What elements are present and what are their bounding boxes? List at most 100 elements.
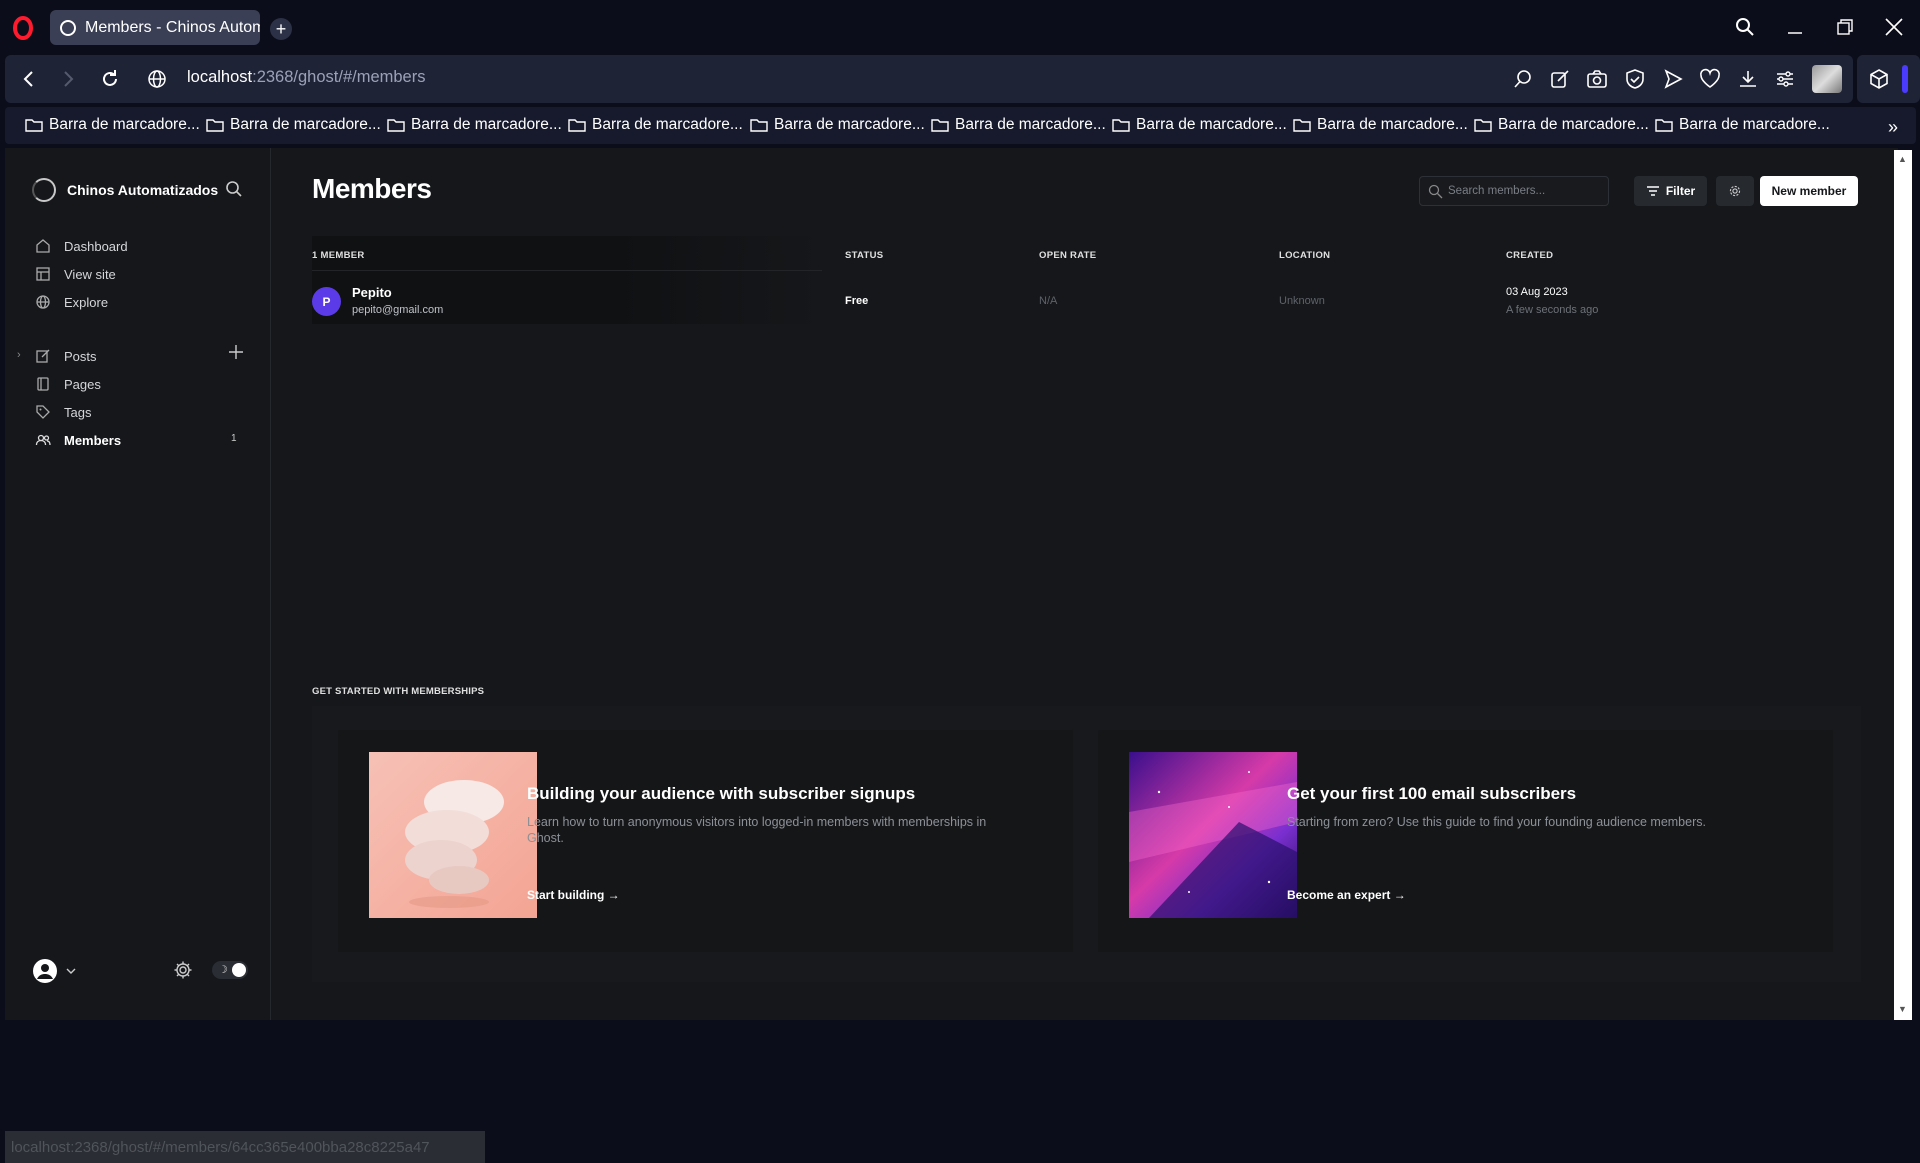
sidebar-item-dashboard[interactable]: Dashboard	[35, 236, 128, 256]
search-page-icon[interactable]	[1512, 68, 1534, 90]
profile-avatar[interactable]	[1812, 65, 1842, 93]
bookmark-folder[interactable]: Barra de marcadore...	[1655, 116, 1830, 134]
guide-card-subscribers[interactable]: Get your first 100 email subscribers Sta…	[1098, 730, 1833, 952]
folder-icon	[1474, 119, 1492, 132]
reload-icon[interactable]	[98, 67, 122, 91]
bookmark-folder[interactable]: Barra de marcadore...	[750, 116, 925, 134]
bookmark-folder[interactable]: Barra de marcadore...	[568, 116, 743, 134]
sidebar-item-tags[interactable]: Tags	[35, 402, 91, 422]
bookmark-label: Barra de marcadore...	[1679, 116, 1830, 133]
sidebar-item-label: Posts	[64, 348, 97, 364]
guide-card-title: Get your first 100 email subscribers	[1287, 784, 1577, 803]
bookmark-folder[interactable]: Barra de marcadore...	[387, 116, 562, 134]
member-created-ago: A few seconds ago	[1506, 304, 1599, 316]
become-expert-link[interactable]: Become an expert →	[1287, 888, 1406, 902]
home-icon	[36, 239, 50, 253]
minimize-icon[interactable]	[1781, 13, 1809, 41]
search-icon[interactable]	[225, 180, 243, 198]
shield-icon[interactable]	[1624, 68, 1646, 90]
bookmarks-more-icon[interactable]: »	[1888, 117, 1898, 138]
new-member-button[interactable]: New member	[1760, 176, 1858, 206]
member-email: pepito@gmail.com	[352, 304, 444, 316]
bookmark-folder[interactable]: Barra de marcadore...	[1112, 116, 1287, 134]
column-header-status[interactable]: STATUS	[845, 250, 883, 261]
globe-icon	[36, 295, 50, 309]
bookmark-folder[interactable]: Barra de marcadore...	[1474, 116, 1649, 134]
bookmark-folder[interactable]: Barra de marcadore...	[931, 116, 1106, 134]
tag-icon	[36, 405, 50, 419]
column-header-member[interactable]: 1 MEMBER	[312, 250, 365, 261]
sidebar-item-label: View site	[64, 266, 116, 282]
edit-icon	[36, 349, 50, 363]
url-path: :2368/ghost/#/members	[252, 68, 426, 86]
sidebar-item-pages[interactable]: Pages	[35, 374, 101, 394]
search-tabs-icon[interactable]	[1731, 13, 1759, 41]
add-post-icon[interactable]	[228, 344, 244, 360]
member-avatar[interactable]: P	[312, 287, 341, 316]
guide-card-audience[interactable]: Building your audience with subscriber s…	[338, 730, 1073, 952]
send-icon[interactable]	[1662, 68, 1684, 90]
toggle-knob	[232, 963, 246, 977]
bookmark-folder[interactable]: Barra de marcadore...	[25, 116, 200, 134]
bookmark-label: Barra de marcadore...	[774, 116, 925, 133]
bookmarks-bar: Barra de marcadore... Barra de marcadore…	[5, 107, 1916, 144]
members-settings-button[interactable]	[1716, 176, 1754, 206]
sidebar-item-members[interactable]: Members	[35, 430, 121, 450]
folder-icon	[206, 119, 224, 132]
tab-title: Members - Chinos Automatizados	[85, 18, 260, 36]
sidebar-item-label: Dashboard	[64, 238, 128, 254]
opera-logo-icon[interactable]	[12, 16, 34, 40]
forward-icon[interactable]	[56, 67, 80, 91]
scroll-up-icon[interactable]: ▲	[1898, 154, 1907, 164]
easy-setup-icon[interactable]	[1774, 68, 1796, 90]
column-header-location[interactable]: LOCATION	[1279, 250, 1330, 261]
filter-label: Filter	[1665, 184, 1696, 198]
url-host: localhost	[187, 68, 253, 86]
new-tab-button[interactable]: +	[270, 18, 292, 40]
folder-icon	[387, 119, 405, 132]
chevron-right-icon[interactable]: ›	[17, 349, 21, 361]
sidebar-item-posts[interactable]: Posts	[35, 346, 97, 366]
start-building-link[interactable]: Start building →	[527, 888, 620, 902]
site-name[interactable]: Chinos Automatizados	[67, 182, 218, 198]
column-header-open-rate[interactable]: OPEN RATE	[1039, 250, 1096, 261]
abstract-shapes-image	[369, 752, 537, 918]
edit-share-icon[interactable]	[1549, 68, 1571, 90]
bookmark-label: Barra de marcadore...	[411, 116, 562, 133]
site-logo-icon[interactable]	[32, 178, 56, 202]
guide-card-title: Building your audience with subscriber s…	[527, 784, 916, 803]
members-icon	[35, 434, 51, 446]
page-scrollbar[interactable]: ▲ ▼	[1894, 150, 1912, 1020]
member-name[interactable]: Pepito	[352, 285, 392, 300]
chevron-down-icon[interactable]	[65, 965, 77, 977]
back-icon[interactable]	[17, 67, 41, 91]
sidebar-item-view-site[interactable]: View site	[35, 264, 116, 284]
user-avatar-icon[interactable]	[33, 959, 57, 983]
restore-icon[interactable]	[1831, 13, 1859, 41]
column-header-created[interactable]: CREATED	[1506, 250, 1553, 261]
heart-icon[interactable]	[1699, 68, 1721, 90]
layout-icon	[36, 267, 50, 281]
bookmark-folder[interactable]: Barra de marcadore...	[206, 116, 381, 134]
folder-icon	[25, 119, 43, 132]
settings-gear-icon[interactable]	[173, 960, 193, 980]
bookmark-folder[interactable]: Barra de marcadore...	[1293, 116, 1468, 134]
folder-icon	[750, 119, 768, 132]
filter-button[interactable]: Filter	[1634, 176, 1707, 206]
search-members-field[interactable]	[1419, 176, 1609, 206]
dark-mode-toggle[interactable]: ☽	[212, 961, 248, 979]
bookmark-label: Barra de marcadore...	[592, 116, 743, 133]
camera-icon[interactable]	[1586, 68, 1608, 90]
extensions-cube-icon[interactable]	[1868, 68, 1890, 90]
close-window-icon[interactable]	[1880, 13, 1908, 41]
member-location: Unknown	[1279, 295, 1325, 307]
url-field[interactable]: localhost:2368/ghost/#/members	[187, 68, 425, 87]
folder-icon	[1655, 119, 1673, 132]
search-input[interactable]	[1448, 177, 1603, 205]
sidebar-item-explore[interactable]: Explore	[35, 292, 108, 312]
scroll-down-icon[interactable]: ▼	[1898, 1004, 1907, 1014]
browser-tab[interactable]: Members - Chinos Automatizados	[50, 10, 260, 45]
get-started-heading: GET STARTED WITH MEMBERSHIPS	[312, 686, 485, 697]
download-icon[interactable]	[1737, 68, 1759, 90]
globe-icon[interactable]	[147, 69, 167, 89]
